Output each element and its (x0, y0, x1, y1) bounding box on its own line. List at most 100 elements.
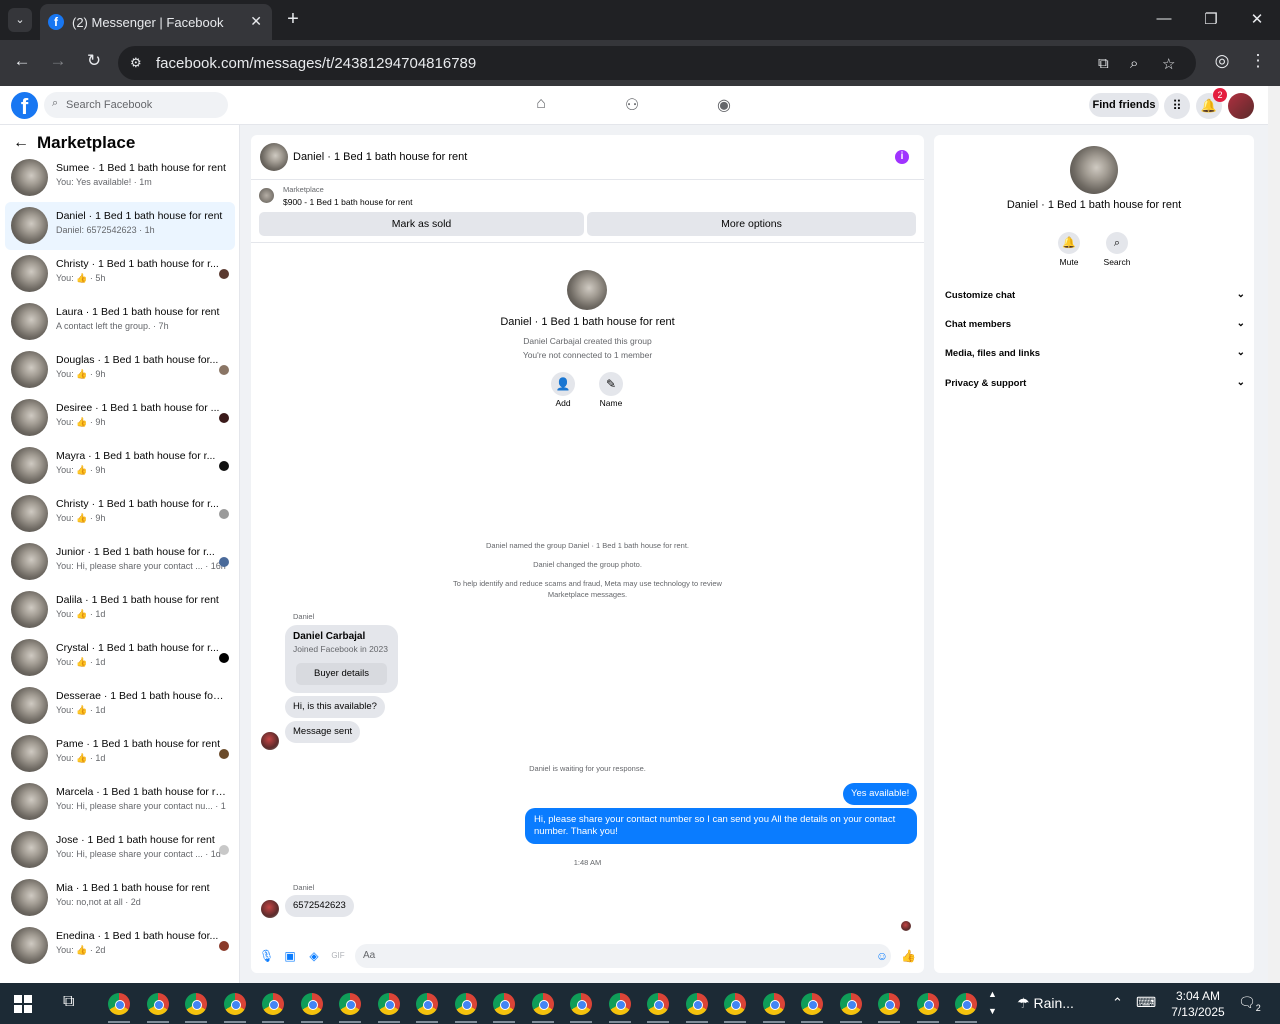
install-app-icon[interactable]: ⧉ (1098, 55, 1109, 72)
chrome-taskbar-icon[interactable] (223, 993, 246, 1015)
groups-icon[interactable]: ◉ (712, 95, 736, 115)
close-window-button[interactable]: ✕ (1242, 10, 1272, 28)
like-thumb-icon[interactable]: 👍 (901, 949, 916, 963)
sender-avatar[interactable] (261, 732, 279, 750)
info-icon[interactable]: i (895, 150, 909, 164)
incoming-message[interactable]: 6572542623 (285, 895, 354, 917)
mute-bell-icon[interactable]: 🔔 (1058, 232, 1080, 254)
outgoing-message[interactable]: Hi, please share your contact number so … (525, 808, 917, 844)
buyer-details-button[interactable]: Buyer details (296, 663, 387, 685)
bookmark-star-icon[interactable]: ☆ (1162, 55, 1175, 73)
add-member-icon[interactable]: 👤 (551, 372, 575, 396)
chat-title[interactable]: Daniel · 1 Bed 1 bath house for rent (293, 151, 467, 163)
photo-icon[interactable]: ▣ (283, 949, 297, 963)
chrome-taskbar-icon[interactable] (724, 993, 746, 1015)
chrome-taskbar-icon[interactable] (955, 993, 977, 1015)
close-tab-icon[interactable]: ✕ (250, 13, 262, 30)
sticker-icon[interactable]: ◈ (307, 949, 321, 963)
chrome-taskbar-icon[interactable] (647, 993, 669, 1015)
chrome-taskbar-icon[interactable] (916, 993, 939, 1015)
notification-center-icon[interactable]: 🗨2 (1238, 994, 1261, 1013)
windows-start-icon[interactable] (14, 995, 32, 1013)
back-button[interactable]: ← (10, 51, 34, 71)
conversation-item[interactable]: Junior · 1 Bed 1 bath house for r... You:… (5, 538, 235, 586)
facebook-logo-icon[interactable]: f (11, 92, 38, 119)
conversation-item[interactable]: Sumee · 1 Bed 1 bath house for rent You: … (5, 154, 235, 202)
address-bar[interactable]: ⚙ facebook.com/messages/t/24381294704816… (118, 46, 1196, 80)
conversation-item[interactable]: Marcela · 1 Bed 1 bath house for rent You… (5, 778, 235, 826)
conversation-item[interactable]: Daniel · 1 Bed 1 bath house for rent Dani… (5, 202, 235, 250)
profile-icon[interactable]: ◎ (1210, 51, 1234, 71)
chrome-taskbar-icon[interactable] (762, 993, 785, 1015)
task-view-icon[interactable]: ⧉ (63, 993, 74, 1011)
customize-chat-section[interactable]: Customize chat ⌄ (945, 289, 1245, 301)
listing-price[interactable]: $900 - 1 Bed 1 bath house for rent (283, 197, 412, 207)
chrome-taskbar-icon[interactable] (377, 993, 400, 1015)
menu-grid-icon[interactable]: ⠿ (1164, 93, 1190, 119)
conversation-item[interactable]: Christy · 1 Bed 1 bath house for r... You… (5, 250, 235, 298)
conversation-item[interactable]: Pame · 1 Bed 1 bath house for rent You: 👍… (5, 730, 235, 778)
forward-button[interactable]: → (46, 51, 70, 71)
chrome-taskbar-icon[interactable] (185, 993, 207, 1015)
zoom-icon[interactable]: ⌕ (1130, 55, 1138, 72)
page-scrollbar[interactable] (1268, 86, 1280, 983)
account-avatar[interactable] (1228, 93, 1254, 119)
minimize-button[interactable]: — (1149, 10, 1179, 27)
incoming-message[interactable]: Message sent (285, 721, 361, 743)
conversation-item[interactable]: Laura · 1 Bed 1 bath house for rent A con… (5, 298, 235, 346)
keyboard-icon[interactable]: ⌨ (1136, 994, 1156, 1011)
sender-avatar[interactable] (261, 900, 279, 918)
chrome-taskbar-icon[interactable] (878, 993, 900, 1015)
media-files-section[interactable]: Media, files and links ⌄ (945, 347, 1245, 359)
gif-icon[interactable]: GIF (331, 951, 345, 960)
conversation-item[interactable]: Douglas · 1 Bed 1 bath house for... You: … (5, 346, 235, 394)
chrome-taskbar-icon[interactable] (300, 993, 323, 1015)
chrome-taskbar-icon[interactable] (108, 993, 130, 1015)
friends-icon[interactable]: ⚇ (620, 95, 644, 115)
facebook-search-input[interactable]: ⌕ Search Facebook (44, 92, 228, 118)
search-icon[interactable]: ⌕ (1106, 232, 1128, 254)
chrome-taskbar-icon[interactable] (531, 993, 554, 1015)
conversation-item[interactable]: Mia · 1 Bed 1 bath house for rent You: no… (5, 874, 235, 922)
menu-kebab-icon[interactable]: ⋮ (1246, 51, 1270, 71)
chrome-taskbar-icon[interactable] (608, 993, 631, 1015)
browser-tab[interactable]: f (2) Messenger | Facebook ✕ (40, 4, 272, 40)
conversation-item[interactable]: Enedina · 1 Bed 1 bath house for... You: … (5, 922, 235, 970)
outgoing-message[interactable]: Yes available! (843, 783, 918, 805)
chat-members-section[interactable]: Chat members ⌄ (945, 318, 1245, 330)
incoming-message[interactable]: Hi, is this available? (285, 696, 385, 718)
back-arrow-icon[interactable]: ← (13, 134, 29, 152)
more-options-button[interactable]: More options (587, 212, 916, 236)
chevron-up-icon[interactable]: ⌃ (1112, 995, 1123, 1011)
find-friends-button[interactable]: Find friends (1089, 93, 1159, 117)
tab-list-button[interactable]: ⌄ (8, 8, 32, 32)
restore-button[interactable]: ❐ (1196, 10, 1226, 28)
site-info-icon[interactable]: ⚙ (130, 55, 146, 71)
mark-as-sold-button[interactable]: Mark as sold (259, 212, 584, 236)
conversation-item[interactable]: Dalila · 1 Bed 1 bath house for rent You:… (5, 586, 235, 634)
chrome-taskbar-icon[interactable] (801, 993, 823, 1015)
conversation-item[interactable]: Christy · 1 Bed 1 bath house for r... You… (5, 490, 235, 538)
conversation-item[interactable]: Mayra · 1 Bed 1 bath house for r... You: … (5, 442, 235, 490)
conversation-item[interactable]: Desiree · 1 Bed 1 bath house for ... You:… (5, 394, 235, 442)
chat-avatar[interactable] (260, 143, 288, 171)
chrome-taskbar-icon[interactable] (493, 993, 515, 1015)
clock[interactable]: 3:04 AM 7/13/2025 (1163, 988, 1233, 1020)
weather-widget[interactable]: ☂ Rain... (1017, 995, 1074, 1012)
chrome-taskbar-icon[interactable] (262, 993, 284, 1015)
privacy-support-section[interactable]: Privacy & support ⌄ (945, 377, 1245, 389)
listing-thumbnail[interactable] (259, 188, 274, 203)
chrome-taskbar-icon[interactable] (454, 993, 477, 1015)
chrome-taskbar-icon[interactable] (839, 993, 862, 1015)
microphone-icon[interactable]: 🎙 (259, 949, 274, 963)
message-input[interactable]: Aa (355, 944, 891, 968)
conversation-item[interactable]: Jose · 1 Bed 1 bath house for rent You: H… (5, 826, 235, 874)
emoji-icon[interactable]: ☺ (875, 949, 889, 963)
new-tab-button[interactable]: + (283, 8, 303, 31)
conversation-item[interactable]: Desserae · 1 Bed 1 bath house for r... Yo… (5, 682, 235, 730)
home-icon[interactable]: ⌂ (529, 95, 553, 113)
chrome-taskbar-icon[interactable] (146, 993, 169, 1015)
reload-button[interactable]: ↻ (82, 51, 106, 71)
chrome-taskbar-icon[interactable] (685, 993, 708, 1015)
taskbar-scroll-arrows[interactable]: ▲ ▼ (988, 986, 997, 1020)
